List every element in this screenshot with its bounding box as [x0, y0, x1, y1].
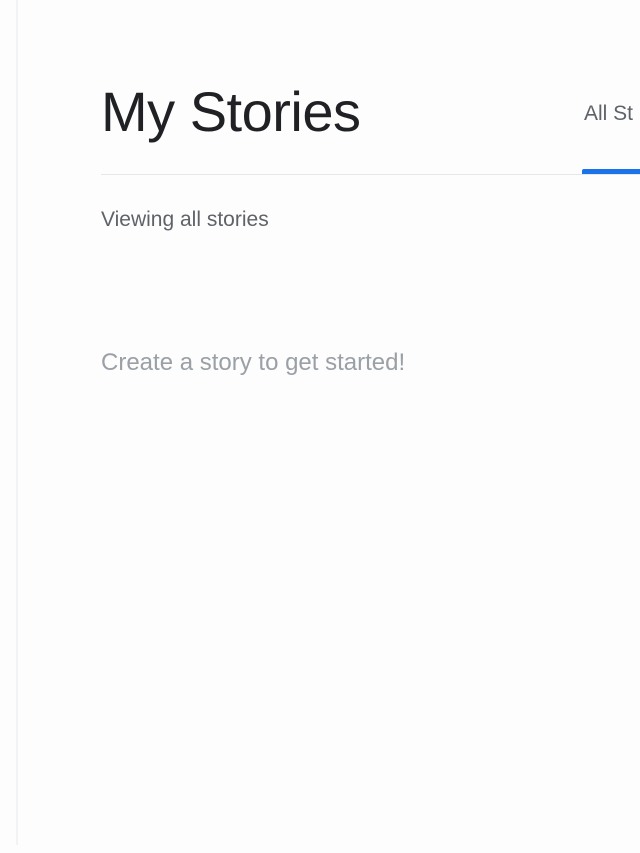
page-header: My Stories All St	[101, 70, 640, 180]
tab-all-stories-label: All St	[584, 102, 634, 125]
left-rail-border	[16, 0, 18, 845]
viewing-filter-label: Viewing all stories	[101, 208, 269, 231]
page-title: My Stories	[101, 80, 361, 143]
empty-state-message: Create a story to get started!	[101, 349, 406, 376]
tab-all-stories[interactable]: All St	[582, 70, 640, 176]
stories-page: My Stories All St Viewing all stories Cr…	[0, 0, 640, 853]
header-divider	[101, 174, 640, 175]
